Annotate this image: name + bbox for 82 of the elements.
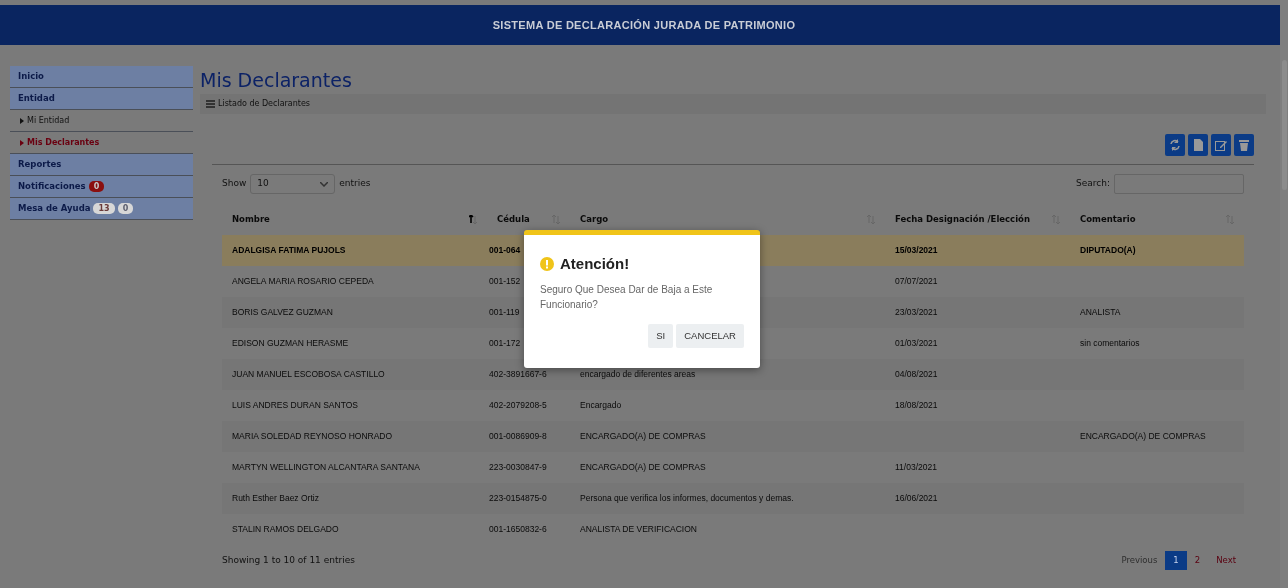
show-label: Show <box>222 177 247 191</box>
table-cell: ENCARGADO(A) DE COMPRAS <box>580 462 706 473</box>
column-header[interactable]: Fecha Designación /Elección <box>895 212 1030 226</box>
table-cell: ENCARGADO(A) DE COMPRAS <box>1080 431 1206 442</box>
refresh-button[interactable] <box>1165 134 1185 156</box>
table-cell: 11/03/2021 <box>895 462 937 473</box>
sidebar-item[interactable]: Entidad <box>10 88 193 110</box>
table-cell: MARTYN WELLINGTON ALCANTARA SANTANA <box>232 462 420 473</box>
table-cell: 001-0086909-8 <box>489 431 547 442</box>
table-cell: EDISON GUZMAN HERASME <box>232 338 349 349</box>
table-cell: DIPUTADO(A) <box>1080 245 1136 256</box>
table-cell: JUAN MANUEL ESCOBOSA CASTILLO <box>232 369 385 380</box>
table-cell: 001-064 <box>489 245 521 256</box>
page-title: Mis Declarantes <box>200 68 353 93</box>
count-badge: 0 <box>88 181 105 192</box>
table-cell: 04/08/2021 <box>895 369 938 380</box>
sidebar-label: Mis Declarantes <box>27 136 100 149</box>
entries-info: Showing 1 to 10 of 11 entries <box>222 553 355 567</box>
refresh-icon <box>1169 139 1181 151</box>
table-cell: ADALGISA FATIMA PUJOLS <box>232 245 346 256</box>
caret-icon <box>20 139 24 146</box>
table-cell: Encargado <box>580 400 622 411</box>
table-cell: ANGELA MARIA ROSARIO CEPEDA <box>232 276 374 287</box>
edit-button[interactable] <box>1211 134 1231 156</box>
column-header[interactable]: Comentario <box>1080 212 1136 226</box>
sidebar-item[interactable]: Mesa de Ayuda 13 0 <box>10 198 193 220</box>
table-cell: 07/07/2021 <box>895 276 938 287</box>
scrollbar[interactable] <box>1280 0 1288 588</box>
page-size-select[interactable]: 10 <box>250 174 336 194</box>
sidebar-item[interactable]: Reportes <box>10 154 193 176</box>
count-badge: 13 <box>93 203 115 214</box>
sidebar-label: Mi Entidad <box>27 114 70 127</box>
table-cell: 01/03/2021 <box>895 338 938 349</box>
table-cell: encargado de diferentes areas <box>580 369 696 380</box>
table-cell: LUIS ANDRES DURAN SANTOS <box>232 400 358 411</box>
search-label: Search: <box>1076 177 1110 191</box>
cancel-button[interactable]: CANCELAR <box>676 323 744 348</box>
table-cell: 18/08/2021 <box>895 400 938 411</box>
count-badge: 0 <box>117 203 134 214</box>
table-cell: STALIN RAMOS DELGADO <box>232 524 339 535</box>
list-icon <box>206 100 215 108</box>
confirm-button[interactable]: SI <box>648 323 674 348</box>
page-link[interactable]: 1 <box>1165 551 1187 570</box>
trash-icon <box>1238 139 1250 151</box>
table-cell: MARIA SOLEDAD REYNOSO HONRADO <box>232 431 393 442</box>
table-cell: 16/06/2021 <box>895 493 938 504</box>
table-cell: Persona que verifica los informes, documentos y demas. <box>580 493 794 504</box>
table-cell: 001-119 <box>489 307 520 318</box>
sidebar-item[interactable]: Inicio <box>10 66 193 88</box>
table-cell: 402-3891667-6 <box>489 369 547 380</box>
sidebar-label: Notificaciones <box>18 180 86 193</box>
chevron-down-icon <box>320 181 329 187</box>
column-header[interactable]: Cargo <box>580 212 609 226</box>
table-cell: ANALISTA <box>1080 307 1121 318</box>
table-cell: ENCARGADO(A) DE COMPRAS <box>580 431 706 442</box>
table-cell: BORIS GALVEZ GUZMAN <box>232 307 333 318</box>
dialog-title: Atención! <box>560 254 630 274</box>
caret-icon <box>20 117 24 124</box>
table-cell: sin comentarios <box>1080 338 1140 349</box>
table-cell: 23/03/2021 <box>895 307 938 318</box>
sidebar-item[interactable]: Notificaciones 0 <box>10 176 193 198</box>
sidebar-label: Mesa de Ayuda <box>18 202 91 215</box>
table-cell: ANALISTA DE VERIFICACION <box>580 524 697 535</box>
table-cell: 001-1650832-6 <box>489 524 547 535</box>
warning-icon <box>540 257 554 272</box>
document-icon <box>1192 139 1204 151</box>
table-cell: 402-2079208-5 <box>489 400 547 411</box>
table-cell: 15/03/2021 <box>895 245 938 256</box>
table-cell: 223-0030847-9 <box>489 462 547 473</box>
document-button[interactable] <box>1188 134 1208 156</box>
table-cell: Ruth Esther Baez Ortiz <box>232 493 319 504</box>
entries-label: entries <box>339 177 371 191</box>
table-cell: 223-0154875-0 <box>489 493 547 504</box>
delete-button[interactable] <box>1234 134 1254 156</box>
panel-title: Listado de Declarantes <box>218 98 311 110</box>
table-cell: 001-152 <box>489 276 521 287</box>
app-title: SISTEMA DE DECLARACIÓN JURADA DE PATRIMONIO <box>492 17 796 33</box>
table-cell: 001-172 <box>489 338 521 349</box>
dialog-message: Seguro Que Desea Dar de Baja a Este Funcionario? <box>540 282 714 312</box>
column-header[interactable]: Nombre <box>232 212 270 226</box>
column-header[interactable]: Cédula <box>497 212 530 226</box>
edit-icon <box>1215 139 1227 151</box>
